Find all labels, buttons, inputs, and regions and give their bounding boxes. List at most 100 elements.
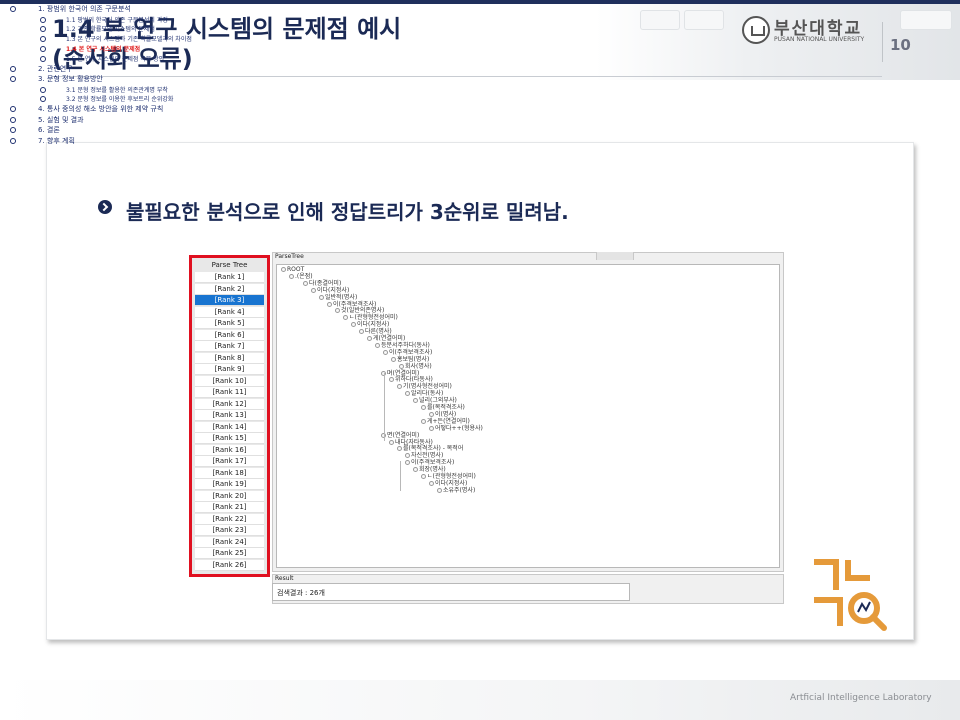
rank-list-item[interactable]: [Rank 12] (195, 398, 264, 410)
keyboard-key-decoration (900, 10, 952, 30)
page-number: 10 (890, 36, 911, 54)
rank-list-item[interactable]: [Rank 19] (195, 479, 264, 490)
tree-node-icon (391, 356, 396, 362)
rank-list-item[interactable]: [Rank 26] (195, 559, 264, 571)
tree-node-icon (375, 342, 380, 348)
rank-list-item[interactable]: [Rank 16] (195, 444, 264, 456)
rank-list-item[interactable]: [Rank 22] (195, 513, 264, 525)
tree-node-icon (405, 453, 410, 459)
tree-node-icon (289, 273, 294, 279)
rank-list-item[interactable]: [Rank 11] (195, 387, 264, 398)
tree-node-icon (429, 425, 434, 431)
headline-text: 불필요한 분석으로 인해 정답트리가 3순위로 밀려남. (126, 200, 569, 224)
tree-node-icon (421, 418, 426, 424)
header-divider (882, 22, 883, 62)
tree-node-icon (405, 391, 410, 397)
tree-connector-line (384, 373, 385, 441)
toc-item[interactable]: 1.1 팡범위 한국어 의존 구문분석의 과정 (66, 15, 168, 24)
rank-list-item[interactable]: [Rank 25] (195, 548, 264, 559)
tree-node-label: 어떻다++(형용사) (435, 424, 483, 432)
rank-list-item[interactable]: [Rank 10] (195, 375, 264, 387)
tree-node-icon (319, 294, 324, 300)
result-text: 검색결과 : 26개 (272, 583, 630, 601)
rank-list-item[interactable]: [Rank 3] (195, 295, 264, 306)
tree-node-icon (389, 439, 394, 445)
rank-list-item[interactable]: [Rank 2] (195, 283, 264, 295)
rank-list-item[interactable]: [Rank 13] (195, 410, 264, 421)
parse-tree-label: ParseTree (275, 253, 304, 260)
keyboard-key-decoration (684, 10, 724, 30)
result-label: Result (275, 575, 294, 582)
tree-node-icon (399, 363, 404, 369)
toc-bullet-icon (40, 45, 46, 52)
toc-item[interactable]: 6. 결론 (38, 125, 60, 135)
rank-list-item[interactable]: [Rank 8] (195, 352, 264, 364)
toc-item[interactable]: 2. 관련연구 (38, 64, 73, 74)
rank-list-item[interactable]: [Rank 14] (195, 421, 264, 433)
tree-node[interactable]: 어떻다++(형용사) (429, 425, 483, 432)
toc-item[interactable]: 1. 팡범위 한국어 의존 구문분석 (38, 4, 131, 14)
toc-item[interactable]: 1.2 기존 학률모델 시스템의 문제점 (66, 24, 155, 33)
toc-item[interactable]: 3. 문형 정보 활용방안 (38, 74, 103, 84)
logo-english-text: PUSAN NATIONAL UNIVERSITY (774, 36, 865, 43)
rank-list-item[interactable]: [Rank 18] (195, 467, 264, 479)
toc-bullet-icon (40, 16, 46, 23)
toc-item[interactable]: 1.5 본 연구 시스템의 문제점 극복 방안 (66, 54, 164, 63)
rank-list-panel: Parse Tree [Rank 1] [Rank 2] [Rank 3] [Rank… (189, 255, 270, 577)
rank-list-item[interactable]: [Rank 21] (195, 502, 264, 513)
tree-node-icon (429, 480, 434, 486)
tree-node-label: 소유주(명사) (443, 486, 476, 494)
rank-list-item[interactable]: [Rank 5] (195, 318, 264, 329)
rank-list-header: Parse Tree (211, 261, 248, 269)
rank-list-item[interactable]: [Rank 20] (195, 490, 264, 502)
rank-list-item[interactable]: [Rank 4] (195, 306, 264, 318)
tree-node-icon (311, 287, 316, 293)
parse-tree-view[interactable]: ROOT .(온점) 다(종결어미) 이다(지정사) 일반적(명사) 이(주격보격조사) 것… (276, 264, 780, 568)
tree-node-icon (343, 315, 348, 321)
rank-list-item[interactable]: [Rank 15] (195, 433, 264, 444)
lab-logo-mark (814, 559, 887, 631)
tree-node-icon (421, 405, 426, 410)
toc-bullet-icon (10, 76, 16, 82)
university-logo: 부산대학교 PUSAN NATIONAL UNIVERSITY (742, 14, 878, 50)
toc-item[interactable]: 3.1 문형 정보를 활용한 의존관계명 부착 (66, 85, 168, 94)
rank-list-item[interactable]: [Rank 1] (195, 272, 264, 283)
tree-node-icon (421, 474, 426, 479)
tree-node-icon (383, 349, 388, 355)
toc-bullet-icon (10, 127, 16, 134)
toc-bullet-icon (10, 137, 16, 144)
tree-connector-line (400, 461, 401, 491)
bullet-arrow-icon (98, 200, 112, 214)
tree-node-icon (359, 329, 364, 335)
rank-list-item[interactable]: [Rank 7] (195, 341, 264, 352)
tree-node-icon (437, 487, 442, 493)
toc-item[interactable]: 1.4 본 연구 시스템의 문제점 (66, 44, 140, 53)
footer-lab-name: Artficial Intelligence Laboratory (790, 693, 932, 703)
tree-node-icon (281, 267, 286, 272)
toc-bullet-icon (10, 116, 16, 123)
toc-item[interactable]: 4. 통사 중의성 해소 방안을 위한 제약 규칙 (38, 104, 163, 114)
rank-list-item[interactable]: [Rank 6] (195, 329, 264, 341)
toc-item[interactable]: 5. 실험 및 결과 (38, 115, 84, 125)
tree-node-icon (429, 411, 434, 417)
tree-node-icon (327, 301, 332, 307)
tree-node-icon (303, 280, 308, 286)
rank-list-item[interactable]: [Rank 9] (195, 364, 264, 375)
rank-list-item[interactable]: [Rank 17] (195, 456, 264, 467)
tree-node-icon (389, 377, 394, 383)
toc-bullet-icon (10, 106, 16, 113)
tree-node-icon (367, 336, 372, 341)
toc-item[interactable]: 3.2 문형 정보를 이용한 후보트리 순위강화 (66, 94, 173, 103)
rank-list-item[interactable]: [Rank 23] (195, 525, 264, 536)
tree-node-icon (413, 398, 418, 404)
toc-item[interactable]: 1.3 본 연구의 시스템과 기존 학률모델과의 차이점 (66, 34, 192, 43)
university-seal-icon (742, 16, 770, 44)
toc-bullet-icon (40, 96, 46, 103)
tree-node-icon (351, 322, 356, 328)
tree-node[interactable]: 소유주(명사) (437, 487, 475, 494)
rank-list-item[interactable]: [Rank 24] (195, 536, 264, 548)
parse-tree-tab[interactable] (596, 252, 634, 260)
toc-item[interactable]: 7. 향후 계획 (38, 136, 75, 146)
title-underline (52, 76, 882, 77)
toc-bullet-icon (10, 6, 16, 12)
